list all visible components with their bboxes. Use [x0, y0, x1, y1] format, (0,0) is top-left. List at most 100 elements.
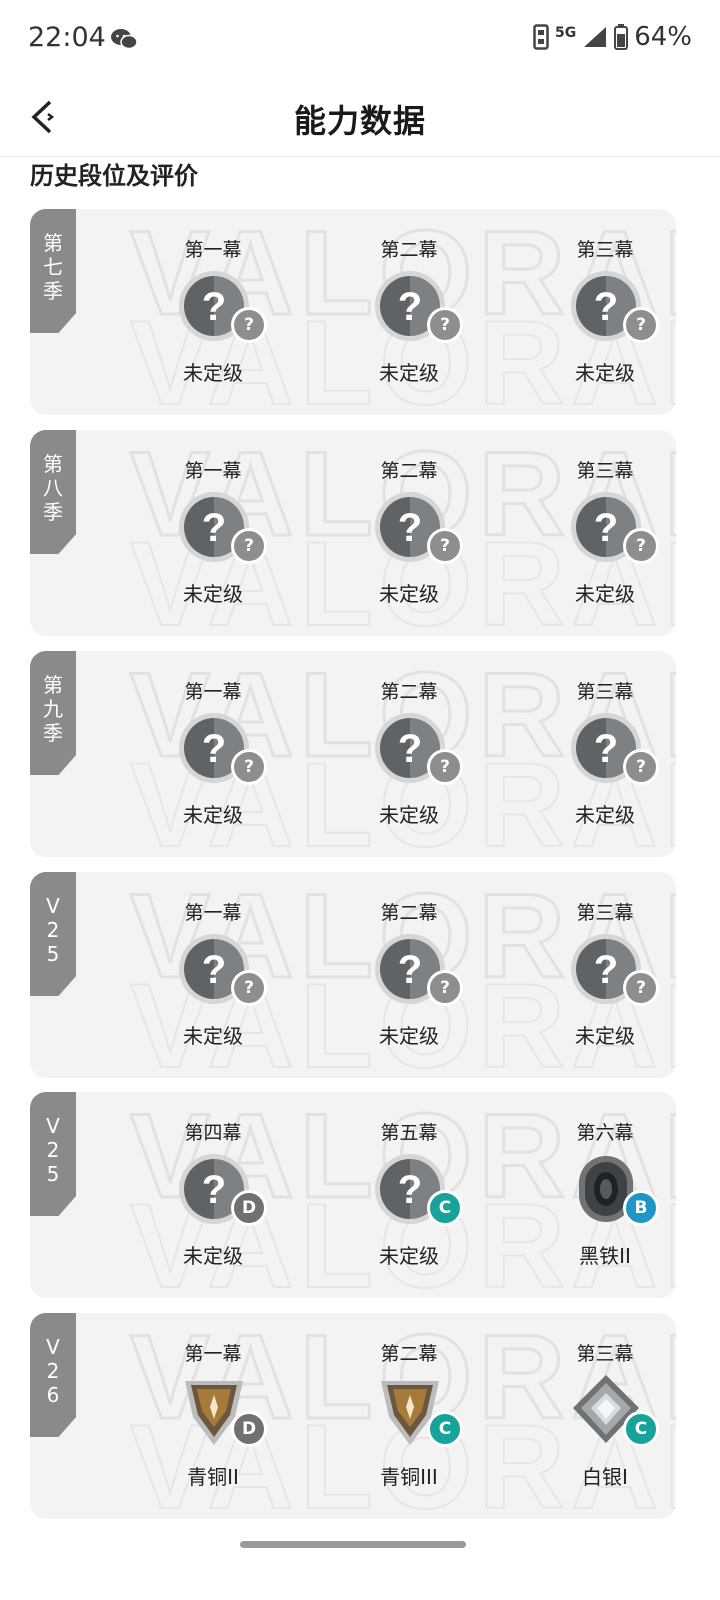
season-label: V25 [46, 894, 60, 966]
act-item[interactable]: 第三幕?? 未定级 [535, 430, 675, 636]
rank-name: 未定级 [183, 582, 243, 606]
grade-badge: ? [623, 528, 659, 564]
act-item[interactable]: 第二幕?? 未定级 [339, 430, 479, 636]
grade-badge: ? [623, 749, 659, 785]
svg-text:?: ? [398, 727, 422, 771]
page-title: 能力数据 [293, 102, 426, 140]
svg-text:?: ? [202, 506, 226, 550]
grade-badge: D [231, 1411, 267, 1447]
svg-text:?: ? [594, 506, 618, 550]
svg-text:?: ? [594, 285, 618, 329]
act-item[interactable]: 第六幕 B 黑铁II [535, 1092, 675, 1298]
grade-badge: ? [427, 970, 463, 1006]
rank-name: 未定级 [183, 803, 243, 827]
act-name: 第三幕 [576, 1343, 634, 1365]
rank-name: 未定级 [183, 1024, 243, 1048]
grade-badge: ? [231, 749, 267, 785]
act-name: 第三幕 [576, 460, 634, 482]
network-type: 5G [554, 25, 577, 41]
rank-name: 未定级 [379, 803, 439, 827]
wechat-icon [111, 29, 138, 50]
act-item[interactable]: 第五幕? C 未定级 [339, 1092, 479, 1298]
act-item[interactable]: 第二幕 C 青铜III [339, 1313, 479, 1519]
status-bar: 22:04 5G 64% [0, 0, 720, 80]
rank-name: 未定级 [379, 361, 439, 385]
rank-name: 未定级 [575, 1024, 635, 1048]
svg-text:?: ? [594, 727, 618, 771]
season-card: VALORANTVALORANTV25第四幕?D未定级第五幕?C未定级第六幕B黑… [30, 1092, 676, 1298]
season-label: 第八季 [43, 452, 63, 524]
season-card: VALORANTVALORANT第八季第一幕??未定级第二幕??未定级第三幕??… [30, 430, 676, 636]
rank-name: 白银I [582, 1465, 628, 1489]
act-item[interactable]: 第三幕?? 未定级 [535, 872, 675, 1078]
act-name: 第二幕 [380, 681, 438, 703]
act-name: 第一幕 [184, 902, 242, 924]
grade-badge: ? [231, 307, 267, 343]
season-tab: 第七季 [30, 209, 76, 333]
grade-badge: C [427, 1190, 463, 1226]
grade-badge: ? [231, 528, 267, 564]
act-name: 第一幕 [184, 460, 242, 482]
act-name: 第一幕 [184, 1343, 242, 1365]
grade-badge: ? [623, 307, 659, 343]
season-tab: V25 [30, 1092, 76, 1216]
app-header: 能力数据 [0, 80, 720, 157]
battery-icon [614, 24, 629, 50]
act-name: 第二幕 [380, 460, 438, 482]
season-label: 第九季 [43, 673, 63, 745]
grade-badge: ? [427, 528, 463, 564]
act-item[interactable]: 第二幕?? 未定级 [339, 651, 479, 857]
signal-icon [584, 27, 607, 47]
rank-name: 未定级 [575, 361, 635, 385]
act-item[interactable]: 第二幕?? 未定级 [339, 209, 479, 415]
status-time: 22:04 [28, 22, 106, 53]
act-name: 第二幕 [380, 1343, 438, 1365]
season-card: VALORANTVALORANT第七季第一幕??未定级第二幕??未定级第三幕??… [30, 209, 676, 415]
act-item[interactable]: 第一幕?? 未定级 [143, 872, 283, 1078]
grade-badge: ? [427, 307, 463, 343]
grade-badge: C [623, 1411, 659, 1447]
act-item[interactable]: 第四幕? D 未定级 [143, 1092, 283, 1298]
section-title: 历史段位及评价 [30, 162, 198, 190]
season-card: VALORANTVALORANT第九季第一幕??未定级第二幕??未定级第三幕??… [30, 651, 676, 857]
rank-name: 青铜II [187, 1465, 239, 1489]
act-name: 第四幕 [184, 1122, 242, 1144]
grade-badge: D [231, 1190, 267, 1226]
rank-name: 未定级 [575, 582, 635, 606]
act-item[interactable]: 第三幕 C 白银I [535, 1313, 675, 1519]
season-card: VALORANTVALORANTV26第一幕D青铜II第二幕C青铜III第三幕C… [30, 1313, 676, 1519]
act-name: 第二幕 [380, 902, 438, 924]
act-name: 第一幕 [184, 681, 242, 703]
grade-badge: C [427, 1411, 463, 1447]
act-item[interactable]: 第一幕?? 未定级 [143, 209, 283, 415]
rank-name: 未定级 [379, 582, 439, 606]
rank-name: 未定级 [183, 361, 243, 385]
act-name: 第一幕 [184, 239, 242, 261]
season-tab: 第八季 [30, 430, 76, 554]
season-tab: 第九季 [30, 651, 76, 775]
act-item[interactable]: 第三幕?? 未定级 [535, 209, 675, 415]
svg-text:?: ? [202, 727, 226, 771]
act-item[interactable]: 第一幕?? 未定级 [143, 651, 283, 857]
season-tab: V26 [30, 1313, 76, 1437]
rank-name: 未定级 [575, 803, 635, 827]
svg-text:?: ? [202, 948, 226, 992]
svg-text:?: ? [398, 948, 422, 992]
svg-text:?: ? [202, 285, 226, 329]
svg-text:?: ? [202, 1168, 226, 1212]
rank-name: 未定级 [379, 1024, 439, 1048]
act-item[interactable]: 第一幕?? 未定级 [143, 430, 283, 636]
act-name: 第二幕 [380, 239, 438, 261]
svg-text:?: ? [594, 948, 618, 992]
svg-text:?: ? [398, 1168, 422, 1212]
home-indicator[interactable] [240, 1541, 466, 1548]
act-name: 第三幕 [576, 681, 634, 703]
season-tab: V25 [30, 872, 76, 996]
act-item[interactable]: 第一幕 D 青铜II [143, 1313, 283, 1519]
status-icons: 5G 64% [533, 22, 692, 52]
battery-level: 64% [634, 22, 692, 52]
season-card: VALORANTVALORANTV25第一幕??未定级第二幕??未定级第三幕??… [30, 872, 676, 1078]
act-item[interactable]: 第二幕?? 未定级 [339, 872, 479, 1078]
act-item[interactable]: 第三幕?? 未定级 [535, 651, 675, 857]
act-name: 第六幕 [576, 1122, 634, 1144]
